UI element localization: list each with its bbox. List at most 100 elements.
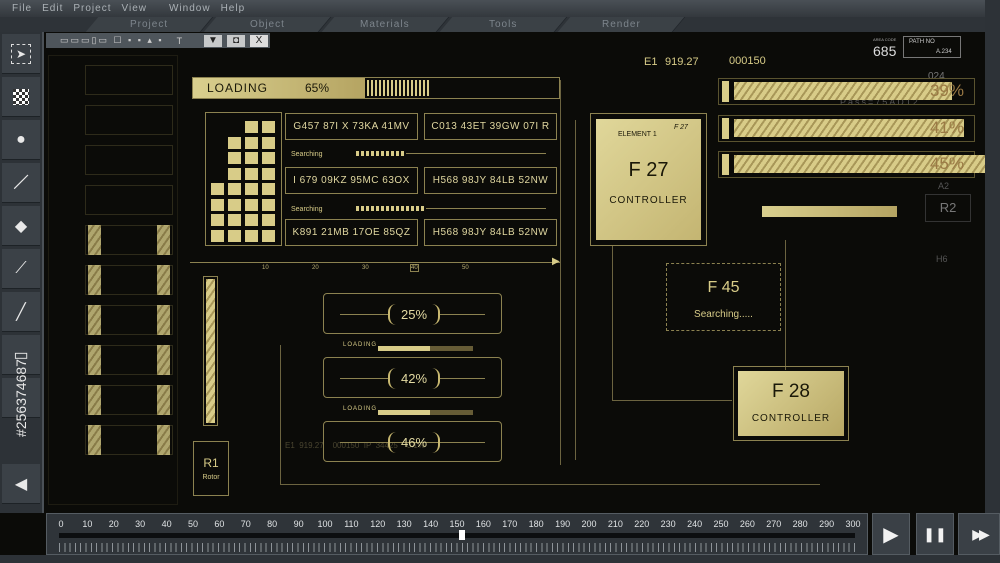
move-tool-button[interactable]: ◀ xyxy=(2,464,40,504)
timeline[interactable]: 0 10 20 30 40 50 60 70 80 90 100 110 120 130 140 150 160… xyxy=(46,513,868,555)
slot-marker xyxy=(88,265,101,295)
grid-cell xyxy=(228,136,241,149)
curve-tool-button[interactable]: ╱ xyxy=(2,292,40,332)
grid-cell xyxy=(245,136,258,149)
slot xyxy=(85,185,173,215)
grid-cell xyxy=(228,167,241,180)
timeline-tick: 110 xyxy=(344,519,359,529)
search-progress xyxy=(356,151,406,156)
timeline-tick: 230 xyxy=(660,519,676,529)
menu-help[interactable]: Help xyxy=(221,3,246,14)
connector-line xyxy=(280,345,281,485)
tab-tools[interactable]: Tools xyxy=(439,17,568,32)
loading-progress xyxy=(378,410,473,415)
code-box: I 679 09KZ 95MC 63OX xyxy=(285,167,418,194)
timeline-tick: 90 xyxy=(293,519,304,529)
ruler-label: 20 xyxy=(312,265,319,271)
timeline-track[interactable] xyxy=(59,533,855,538)
grid-cell xyxy=(262,229,275,242)
ruler xyxy=(190,262,560,263)
menu-bar: File Edit Project View Window Help xyxy=(0,0,1000,17)
fast-forward-button[interactable]: ▶▶ xyxy=(958,513,1000,555)
search-track xyxy=(426,208,546,209)
f28-sub: CONTROLLER xyxy=(751,413,831,424)
right-progress-bar: 45% xyxy=(718,151,986,178)
timeline-tick: 260 xyxy=(739,519,755,529)
restore-button[interactable]: ◘ xyxy=(227,34,245,47)
timeline-tick: 100 xyxy=(317,519,333,529)
loading-label: LOADING xyxy=(207,81,269,95)
percent-gauge: 42% xyxy=(323,357,502,398)
element-tag: F 27 xyxy=(674,124,688,131)
loading-progress xyxy=(378,346,473,351)
code-box: H568 98JY 84LB 52NW xyxy=(424,167,557,194)
ruler-label: 50 xyxy=(462,265,469,271)
ruler-arrow-icon: ▶ xyxy=(552,256,560,267)
ruler-label: 10 xyxy=(262,265,269,271)
menu-view[interactable]: View xyxy=(121,3,147,14)
connector-line xyxy=(785,240,786,370)
menu-window[interactable]: Window xyxy=(169,3,211,14)
grid-cell xyxy=(228,198,241,211)
cursor-icon: ➤ xyxy=(10,43,32,64)
tab-render[interactable]: Render xyxy=(557,17,686,32)
slot-marker xyxy=(88,225,101,255)
menu-file[interactable]: File xyxy=(12,3,32,14)
close-button[interactable]: X xyxy=(250,34,268,47)
grid-cell xyxy=(262,214,275,226)
timeline-tick: 140 xyxy=(423,519,439,529)
grid-cell xyxy=(228,152,241,164)
text-tool-button[interactable]: #256374687 xyxy=(2,359,40,436)
tab-strip: Project Object Materials Tools Render xyxy=(0,17,1000,32)
path-value: A.234 xyxy=(936,49,952,55)
r1-box: R1 Rotor xyxy=(193,441,229,496)
checker-tool-button[interactable] xyxy=(2,77,40,117)
timeline-ruler xyxy=(59,543,855,552)
grid-cell xyxy=(245,214,258,226)
r1-sub: Rotor xyxy=(202,474,220,481)
menu-project[interactable]: Project xyxy=(73,3,111,14)
diamond-icon: ◆ xyxy=(14,217,28,235)
line-icon: │ xyxy=(11,172,31,192)
panel-toolbar: ▭▭▭▯▭ ☐ ▪ ▪ ▴ ▪ T ▼ ◘ X xyxy=(46,33,270,48)
node-tool-button[interactable]: ⟋ xyxy=(2,249,40,289)
menu-edit[interactable]: Edit xyxy=(42,3,63,14)
timeline-tick: 200 xyxy=(581,519,597,529)
grid-cell xyxy=(228,183,241,195)
timeline-tick: 250 xyxy=(713,519,729,529)
play-button[interactable]: ▶ xyxy=(872,513,910,555)
timeline-playhead[interactable] xyxy=(459,530,466,540)
loading-label: LOADING xyxy=(343,406,378,412)
right-edge xyxy=(985,0,1000,513)
element-1-panel: ELEMENT 1 F 27 F 27 CONTROLLER xyxy=(590,113,707,246)
shape-icons: ▭▭▭▯▭ ☐ ▪ ▪ ▴ ▪ xyxy=(60,35,164,45)
node-line-icon: ⟋ xyxy=(15,259,27,277)
pause-button[interactable]: ❚❚ xyxy=(916,513,954,555)
line-tool-button[interactable]: │ xyxy=(2,163,40,203)
gauge-value: 42% xyxy=(388,368,440,389)
r2-label: R2 xyxy=(939,200,957,215)
grid-cell xyxy=(262,121,275,133)
timeline-tick: 180 xyxy=(528,519,544,529)
slot-marker xyxy=(157,345,170,375)
fast-forward-icon: ▶▶ xyxy=(972,525,989,542)
e1-label: E1 xyxy=(644,56,658,68)
tab-project[interactable]: Project xyxy=(85,17,214,32)
point-tool-button[interactable]: ● xyxy=(2,120,40,160)
f28-panel: F 28 CONTROLLER xyxy=(733,366,849,441)
searching-label: Searching xyxy=(291,151,323,158)
tab-object[interactable]: Object xyxy=(203,17,332,32)
ruler-label: 30 xyxy=(362,265,369,271)
text-tool-icon[interactable]: T xyxy=(177,36,183,46)
fill-tool-button[interactable]: ◆ xyxy=(2,206,40,246)
gauge-value: 46% xyxy=(388,432,440,453)
select-tool-button[interactable]: ➤ xyxy=(2,34,40,74)
horizontal-gauge xyxy=(762,206,897,217)
tab-materials[interactable]: Materials xyxy=(321,17,450,32)
dropdown-button[interactable]: ▼ xyxy=(204,34,222,47)
search-progress xyxy=(356,206,426,211)
grid-cell xyxy=(262,167,275,180)
vertical-gauge xyxy=(203,276,218,426)
slot-marker xyxy=(88,345,101,375)
status-strip xyxy=(0,555,1000,563)
